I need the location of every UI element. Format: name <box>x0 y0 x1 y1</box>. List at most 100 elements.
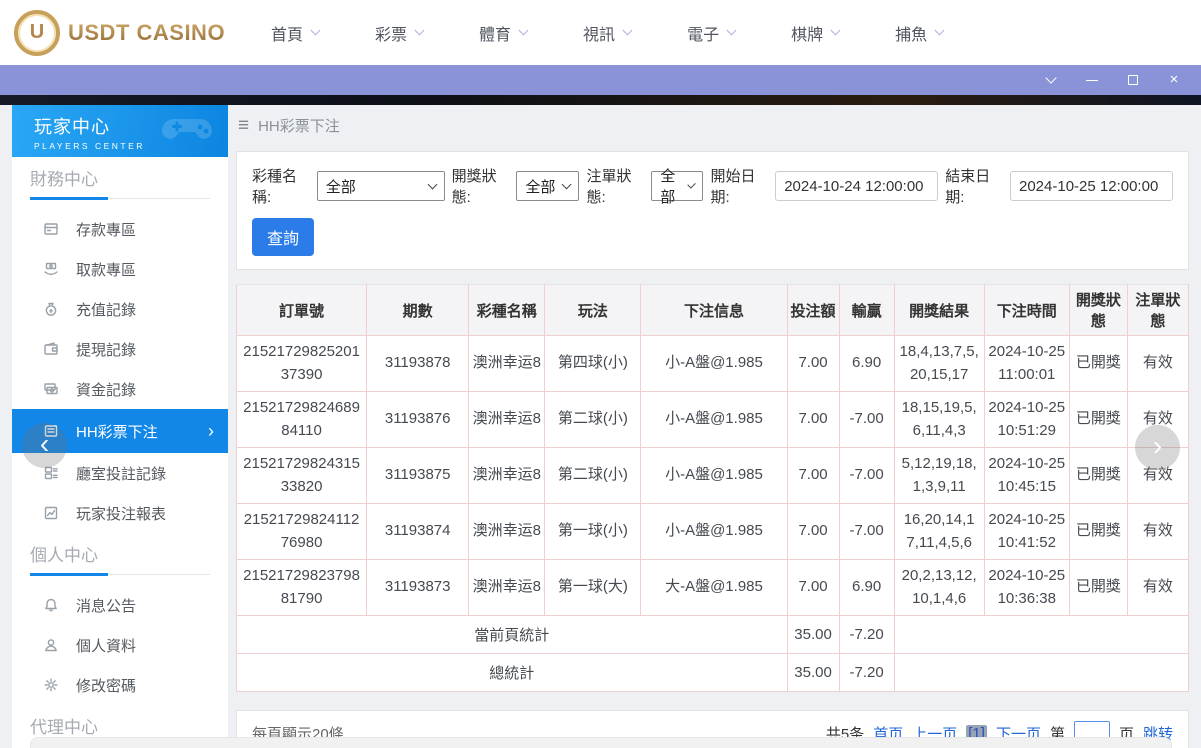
scroll-left-button[interactable]: ‹ <box>22 423 67 468</box>
chevron-right-icon: › <box>1152 429 1163 461</box>
sidebar-item-change-password[interactable]: 修改密碼 <box>12 665 228 705</box>
nav-item-cards[interactable]: 棋牌 <box>791 21 841 45</box>
main-menu: 首頁 彩票 體育 視訊 電子 棋牌 捕魚 <box>271 21 945 45</box>
col-order-status: 注單狀態 <box>1126 284 1190 336</box>
chevron-down-icon <box>414 25 425 36</box>
section-underline <box>30 197 210 200</box>
table-row: 2152172982431533820 31193875 澳洲幸运8 第二球(小) 小-… <box>235 447 1190 504</box>
scroll-right-button[interactable]: › <box>1135 425 1180 470</box>
chevron-left-icon: ‹ <box>39 427 50 459</box>
breadcrumb: ≡ HH彩票下注 <box>236 105 1189 145</box>
sidebar-header: 玩家中心 PLAYERS CENTER <box>12 105 228 157</box>
window-titlebar: × <box>0 65 1201 95</box>
sidebar-item-player-report[interactable]: 玩家投注報表 <box>12 493 228 533</box>
bets-table: 訂單號 期數 彩種名稱 玩法 下注信息 投注額 輸贏 開獎結果 下注時間 開獎狀… <box>235 284 1190 692</box>
app-window: U USDT CASINO 首頁 彩票 體育 視訊 電子 棋牌 捕魚 × 玩家中… <box>0 0 1201 748</box>
table-header-row: 訂單號 期數 彩種名稱 玩法 下注信息 投注額 輸贏 開獎結果 下注時間 開獎狀… <box>235 284 1190 336</box>
total-summary-label: 總統計 <box>236 653 788 692</box>
nav-item-home[interactable]: 首頁 <box>271 21 321 45</box>
table-row: 2152172982379881790 31193873 澳洲幸运8 第一球(大) 大-… <box>235 559 1190 616</box>
sidebar-item-announcements[interactable]: 消息公告 <box>12 585 228 625</box>
window-maximize-icon[interactable] <box>1126 73 1140 87</box>
logo[interactable]: U USDT CASINO <box>14 9 249 56</box>
window-minimize-icon[interactable] <box>1085 73 1099 87</box>
logo-badge-icon: U <box>14 9 60 56</box>
withdraw-icon <box>44 262 58 275</box>
gamepad-icon <box>162 119 212 139</box>
user-icon <box>45 639 57 652</box>
end-date-input[interactable] <box>1010 171 1173 201</box>
col-order-no: 訂單號 <box>235 284 368 336</box>
table-row: 2152172982468984110 31193876 澳洲幸运8 第二球(小) 小-… <box>235 391 1190 448</box>
col-draw-status: 開獎狀態 <box>1068 284 1128 336</box>
col-bet-amount: 投注額 <box>786 284 840 336</box>
window-collapse-icon[interactable] <box>1044 72 1058 87</box>
draw-status-select[interactable]: 全部 <box>516 171 580 201</box>
window-close-icon[interactable]: × <box>1167 72 1181 87</box>
col-lottery-name: 彩種名稱 <box>468 284 546 336</box>
chevron-down-icon <box>310 25 321 36</box>
nav-item-slots[interactable]: 電子 <box>687 21 737 45</box>
total-summary-row: 總統計 35.00 -7.20 <box>236 653 1190 692</box>
chevron-down-icon <box>687 179 697 189</box>
bell-icon <box>45 598 57 612</box>
chevron-down-icon <box>622 25 633 36</box>
nav-item-sports[interactable]: 體育 <box>479 21 529 45</box>
start-date-input[interactable] <box>775 171 939 201</box>
lottery-name-select[interactable]: 全部 <box>316 171 445 201</box>
page-title: HH彩票下注 <box>258 117 340 135</box>
nav-item-live[interactable]: 視訊 <box>583 21 633 45</box>
chevron-right-icon: › <box>208 421 214 441</box>
chevron-down-icon <box>934 25 945 36</box>
bottom-panel-edge <box>30 737 1172 748</box>
page-summary-row: 當前頁統計 35.00 -7.20 <box>236 615 1190 654</box>
page-summary-label: 當前頁統計 <box>236 615 788 654</box>
nav-item-lottery[interactable]: 彩票 <box>375 21 425 45</box>
sidebar-item-withdraw[interactable]: 取款專區 <box>12 249 228 289</box>
sidebar-item-funds-record[interactable]: 資金記錄 <box>12 369 228 409</box>
col-bet-info: 下注信息 <box>640 284 788 336</box>
main-content: ≡ HH彩票下注 彩種名稱: 全部 開獎狀態: 全部 注單狀態: 全部 開始日期… <box>235 105 1190 748</box>
chevron-down-icon <box>726 25 737 36</box>
lottery-name-label: 彩種名稱: <box>252 168 298 206</box>
funds-record-icon <box>44 383 58 395</box>
nav-item-fishing[interactable]: 捕魚 <box>895 21 945 45</box>
logo-text: USDT CASINO <box>68 19 226 45</box>
sidebar-section-agent: 代理中心 <box>30 718 98 737</box>
sidebar-item-profile[interactable]: 個人資料 <box>12 625 228 665</box>
draw-status-label: 開獎狀態: <box>451 168 497 206</box>
order-status-select[interactable]: 全部 <box>651 168 704 206</box>
sidebar-section-finance: 財務中心 <box>30 170 98 189</box>
chevron-down-icon <box>427 179 438 189</box>
player-report-icon <box>44 506 58 520</box>
chevron-down-icon <box>518 25 529 36</box>
table-row: 2152172982520137390 31193878 澳洲幸运8 第四球(小) 小-… <box>235 335 1190 392</box>
section-underline <box>30 573 210 576</box>
gear-icon <box>44 678 58 692</box>
col-period: 期數 <box>366 284 470 336</box>
query-button[interactable]: 查詢 <box>252 218 315 256</box>
sidebar-personal-items: 消息公告 個人資料 修改密碼 <box>12 585 228 705</box>
col-play-type: 玩法 <box>544 284 642 336</box>
chevron-down-icon <box>561 179 572 189</box>
table-row: 2152172982411276980 31193874 澳洲幸运8 第一球(小) 小-… <box>235 503 1190 560</box>
chevron-down-icon <box>830 25 841 36</box>
withdraw-record-icon <box>44 342 58 355</box>
col-winloss: 輸贏 <box>838 284 895 336</box>
top-navbar: U USDT CASINO 首頁 彩票 體育 視訊 電子 棋牌 捕魚 <box>0 0 1201 65</box>
end-date-label: 結束日期: <box>945 168 991 206</box>
order-status-label: 注單狀態: <box>586 168 632 206</box>
sidebar-finance-items: 存款專區 取款專區 充值記錄 提現記錄 資金記錄 HH彩票下注 › 廳室投註記錄… <box>12 209 228 533</box>
deposit-icon <box>44 223 58 235</box>
menu-icon[interactable]: ≡ <box>238 116 249 135</box>
filter-panel: 彩種名稱: 全部 開獎狀態: 全部 注單狀態: 全部 開始日期: 結束日期: 查… <box>236 151 1189 270</box>
sidebar-item-recharge-record[interactable]: 充值記錄 <box>12 289 228 329</box>
sidebar-item-withdraw-record[interactable]: 提現記錄 <box>12 329 228 369</box>
start-date-label: 開始日期: <box>710 168 756 206</box>
col-bet-time: 下注時間 <box>983 284 1070 336</box>
sidebar-section-personal: 個人中心 <box>30 546 98 565</box>
col-draw-result: 開獎結果 <box>893 284 985 336</box>
banner-strip <box>0 95 1201 105</box>
recharge-record-icon <box>45 302 57 316</box>
sidebar-item-deposit[interactable]: 存款專區 <box>12 209 228 249</box>
